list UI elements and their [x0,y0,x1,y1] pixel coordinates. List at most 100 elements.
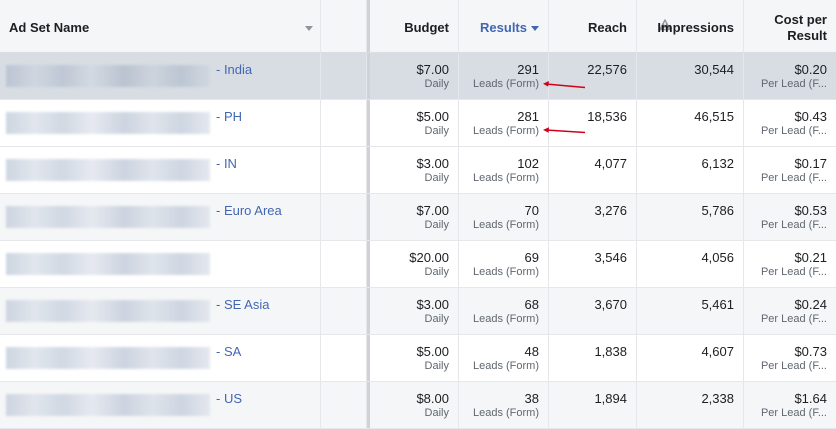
ad-set-name-link[interactable]: - US [216,391,242,406]
annotation-arrow-icon [543,127,586,134]
results-cell: 281 Leads (Form) [459,100,549,146]
warning-cell [321,241,367,287]
impressions-value: 4,607 [701,344,734,359]
table-row[interactable]: - IN $3.00 Daily 102 Leads (Form) 4,077 … [0,147,836,194]
table-row[interactable]: - US $8.00 Daily 38 Leads (Form) 1,894 2… [0,382,836,429]
results-type: Leads (Form) [472,313,539,325]
column-header-ad-set-name[interactable]: Ad Set Name [0,0,321,52]
budget-value: $20.00 [409,250,449,265]
budget-cell[interactable]: $5.00 Daily [370,335,459,381]
budget-cell[interactable]: $5.00 Daily [370,100,459,146]
reach-cell: 18,536 [549,100,637,146]
column-header-results[interactable]: Results [459,0,549,52]
cost-type: Per Lead (F... [760,78,827,90]
impressions-cell: 4,607 [637,335,744,381]
results-type: Leads (Form) [472,125,539,137]
impressions-cell: 2,338 [637,382,744,428]
impressions-value: 4,056 [701,250,734,265]
warning-cell [321,382,367,428]
ad-set-name-cell[interactable]: - SE Asia [0,288,321,334]
budget-value: $3.00 [416,297,449,312]
ad-set-name-cell[interactable]: - India [0,53,321,99]
column-header-budget[interactable]: Budget [370,0,459,52]
chevron-down-icon[interactable] [305,26,313,31]
redacted-name [6,347,210,369]
reach-value: 18,536 [587,109,627,124]
cost-type: Per Lead (F... [760,313,827,325]
warning-cell [321,53,367,99]
warning-cell [321,194,367,240]
redacted-name [6,65,210,87]
budget-cell[interactable]: $20.00 Daily [370,241,459,287]
ad-sets-table: Ad Set Name Budget Results Reach Impress… [0,0,836,429]
budget-type: Daily [424,78,449,90]
results-value: 281 [517,109,539,124]
results-cell: 291 Leads (Form) [459,53,549,99]
cost-value: $0.43 [794,109,827,124]
reach-value: 4,077 [594,156,627,171]
column-header-reach[interactable]: Reach [549,0,637,52]
cost-value: $0.20 [794,62,827,77]
redacted-name [6,159,210,181]
budget-cell[interactable]: $3.00 Daily [370,147,459,193]
cost-value: $0.21 [794,250,827,265]
ad-set-name-cell[interactable]: - US [0,382,321,428]
ad-set-name-link[interactable]: - IN [216,156,237,171]
ad-set-name-link[interactable]: - SA [216,344,241,359]
cost-type: Per Lead (F... [760,266,827,278]
reach-cell: 3,546 [549,241,637,287]
budget-cell[interactable]: $7.00 Daily [370,194,459,240]
reach-value: 3,276 [594,203,627,218]
warning-cell [321,147,367,193]
budget-cell[interactable]: $7.00 Daily [370,53,459,99]
annotation-arrow-icon [543,81,586,89]
budget-type: Daily [424,313,449,325]
ad-set-name-link[interactable]: - SE Asia [216,297,269,312]
reach-cell: 4,077 [549,147,637,193]
warning-cell [321,100,367,146]
ad-set-name-cell[interactable]: - IN [0,147,321,193]
budget-value: $7.00 [416,203,449,218]
table-row[interactable]: - India $7.00 Daily 291 Leads (Form) 22,… [0,53,836,100]
redacted-name [6,206,210,228]
ad-set-name-cell[interactable]: - SA [0,335,321,381]
column-header-delivery-warning[interactable] [321,0,672,52]
ad-set-name-cell[interactable] [0,241,321,287]
budget-value: $7.00 [416,62,449,77]
cost-value: $1.64 [794,391,827,406]
budget-cell[interactable]: $8.00 Daily [370,382,459,428]
reach-cell: 3,670 [549,288,637,334]
cost-type: Per Lead (F... [760,219,827,231]
budget-type: Daily [424,172,449,184]
table-row[interactable]: - SE Asia $3.00 Daily 68 Leads (Form) 3,… [0,288,836,335]
results-type: Leads (Form) [472,219,539,231]
budget-cell[interactable]: $3.00 Daily [370,288,459,334]
cost-per-result-cell: $0.43 Per Lead (F... [744,100,836,146]
budget-type: Daily [424,407,449,419]
column-header-cost-per-result[interactable]: Cost per Result [744,0,836,52]
column-header-label: Ad Set Name [9,20,90,35]
results-cell: 102 Leads (Form) [459,147,549,193]
warning-cell [321,335,367,381]
table-row[interactable]: $20.00 Daily 69 Leads (Form) 3,546 4,056… [0,241,836,288]
results-type: Leads (Form) [472,407,539,419]
results-type: Leads (Form) [472,78,539,90]
table-header: Ad Set Name Budget Results Reach Impress… [0,0,836,53]
impressions-cell: 5,786 [637,194,744,240]
impressions-value: 5,786 [701,203,734,218]
budget-value: $5.00 [416,344,449,359]
column-header-impressions[interactable]: Impressions [637,0,744,52]
column-header-label: Result [787,28,827,43]
results-value: 69 [524,250,539,265]
ad-set-name-link[interactable]: - India [216,62,252,77]
ad-set-name-link[interactable]: - Euro Area [216,203,282,218]
table-row[interactable]: - SA $5.00 Daily 48 Leads (Form) 1,838 4… [0,335,836,382]
table-row[interactable]: - Euro Area $7.00 Daily 70 Leads (Form) … [0,194,836,241]
column-header-label: Impressions [657,20,734,35]
sort-descending-icon [531,26,539,32]
ad-set-name-cell[interactable]: - PH [0,100,321,146]
ad-set-name-link[interactable]: - PH [216,109,242,124]
ad-set-name-cell[interactable]: - Euro Area [0,194,321,240]
results-value: 102 [517,156,539,171]
table-row[interactable]: - PH $5.00 Daily 281 Leads (Form) 18,536… [0,100,836,147]
